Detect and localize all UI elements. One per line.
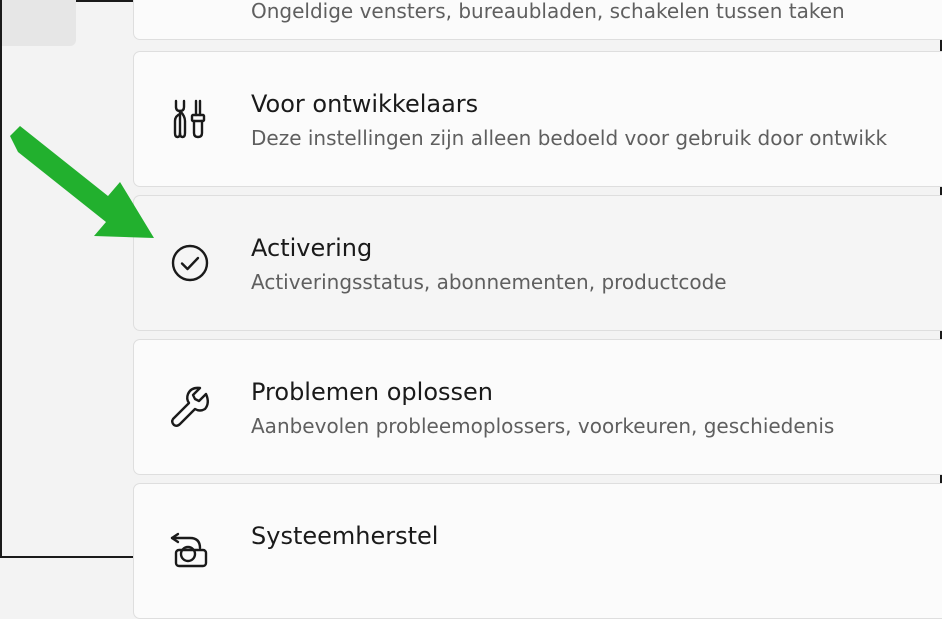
settings-card-system-restore[interactable]: Systeemherstel bbox=[133, 483, 942, 619]
system-restore-icon bbox=[168, 524, 212, 568]
card-description: Aanbevolen probleemoplossers, voorkeuren… bbox=[251, 414, 835, 438]
card-description: Ongeldige vensters, bureaubladen, schake… bbox=[251, 0, 845, 23]
card-title: Problemen oplossen bbox=[251, 378, 493, 406]
green-arrow-icon bbox=[10, 126, 154, 238]
card-title: Systeemherstel bbox=[251, 522, 439, 550]
nav-panel-stub bbox=[2, 0, 76, 46]
developer-tools-icon bbox=[168, 97, 212, 141]
settings-card-activation[interactable]: Activering Activeringsstatus, abonnement… bbox=[133, 195, 942, 331]
card-title: Activering bbox=[251, 234, 373, 262]
wrench-icon bbox=[168, 385, 212, 429]
checkmark-circle-icon bbox=[168, 241, 212, 285]
settings-card-multitasking[interactable]: Ongeldige vensters, bureaubladen, schake… bbox=[133, 0, 942, 40]
settings-card-troubleshoot[interactable]: Problemen oplossen Aanbevolen probleemop… bbox=[133, 339, 942, 475]
card-description: Deze instellingen zijn alleen bedoeld vo… bbox=[251, 126, 888, 150]
card-description: Activeringsstatus, abonnementen, product… bbox=[251, 270, 727, 294]
settings-card-developers[interactable]: Voor ontwikkelaars Deze instellingen zij… bbox=[133, 51, 942, 187]
card-title: Voor ontwikkelaars bbox=[251, 90, 479, 118]
